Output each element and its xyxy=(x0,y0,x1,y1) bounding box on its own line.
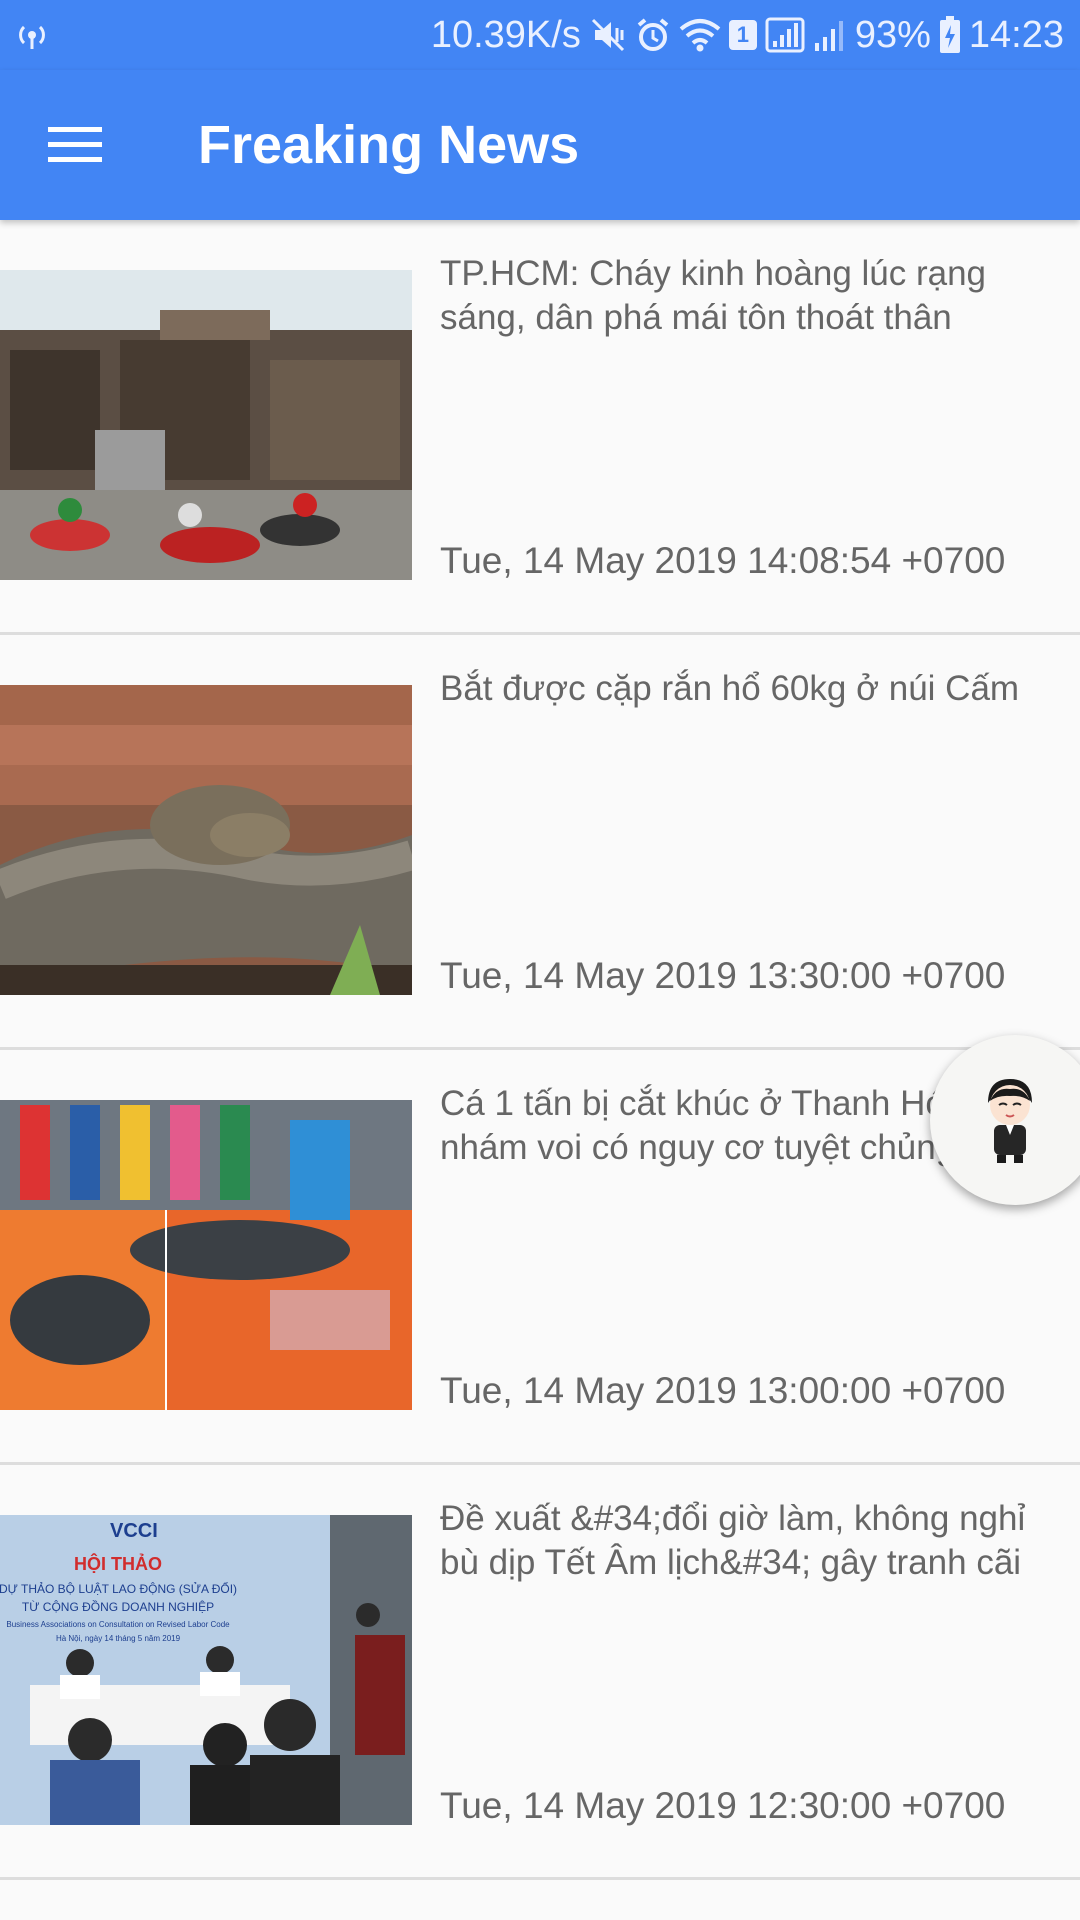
mute-vibrate-icon xyxy=(589,16,627,54)
news-date: Tue, 14 May 2019 13:00:00 +0700 xyxy=(440,1370,1006,1411)
hamburger-menu-icon xyxy=(48,127,102,162)
news-title[interactable]: TP.HCM: Cháy kinh hoàng lúc rạng sáng, d… xyxy=(440,252,1060,340)
king-cobra-photo xyxy=(0,685,412,995)
whale-shark-photo xyxy=(0,1100,412,1410)
alarm-icon xyxy=(635,17,671,53)
banner-line-1: DỰ THẢO BỘ LUẬT LAO ĐỘNG (SỬA ĐỔI) xyxy=(0,1581,237,1596)
news-title[interactable]: Bắt được cặp rắn hổ 60kg ở núi Cấm xyxy=(440,667,1060,711)
sim-badge: 1 xyxy=(728,20,757,50)
banner-line-4: Hà Nội, ngày 14 tháng 5 năm 2019 xyxy=(56,1634,181,1643)
conference-photo: VCCI HỘI THẢO DỰ THẢO BỘ LUẬT LAO ĐỘNG (… xyxy=(0,1515,412,1825)
fire-damaged-street-photo xyxy=(0,270,412,580)
banner-line-3: Business Associations on Consultation on… xyxy=(6,1620,230,1629)
app-title: Freaking News xyxy=(198,115,580,175)
news-item[interactable]: Cá 1 tấn bị cắt khúc ở Thanh Hóa là cá n… xyxy=(0,1050,1080,1465)
battery-percent: 93% xyxy=(854,13,931,56)
wifi-icon xyxy=(679,17,721,53)
news-item[interactable]: TP.HCM: Cháy kinh hoàng lúc rạng sáng, d… xyxy=(0,220,1080,635)
menu-button[interactable] xyxy=(0,70,150,220)
banner-brand: VCCI xyxy=(110,1520,158,1542)
news-item[interactable]: VCCI HỘI THẢO DỰ THẢO BỘ LUẬT LAO ĐỘNG (… xyxy=(0,1465,1080,1880)
app-bar: Freaking News xyxy=(0,70,1080,220)
news-item[interactable]: Bắt được cặp rắn hổ 60kg ở núi Cấm Tue, … xyxy=(0,635,1080,1050)
banner-line-2: TỪ CỘNG ĐỒNG DOANH NGHIỆP xyxy=(22,1599,214,1614)
signal-icon xyxy=(765,17,805,53)
news-title[interactable]: Đề xuất &#34;đổi giờ làm, không nghỉ bù … xyxy=(440,1497,1060,1585)
broadcast-icon xyxy=(14,17,50,53)
battery-charging-icon xyxy=(939,16,961,54)
network-speed: 10.39K/s xyxy=(430,13,581,56)
news-date: Tue, 14 May 2019 13:30:00 +0700 xyxy=(440,955,1006,996)
news-date: Tue, 14 May 2019 14:08:54 +0700 xyxy=(440,540,1006,581)
banner-heading: HỘI THẢO xyxy=(74,1553,162,1574)
signal-icon-2 xyxy=(813,17,847,53)
news-list[interactable]: TP.HCM: Cháy kinh hoàng lúc rạng sáng, d… xyxy=(0,220,1080,1880)
news-date: Tue, 14 May 2019 12:30:00 +0700 xyxy=(440,1785,1006,1826)
clock: 14:23 xyxy=(968,13,1064,56)
avatar-assistant-icon xyxy=(988,1079,1032,1163)
status-bar: 10.39K/s 1 93% 14:23 xyxy=(0,0,1080,70)
